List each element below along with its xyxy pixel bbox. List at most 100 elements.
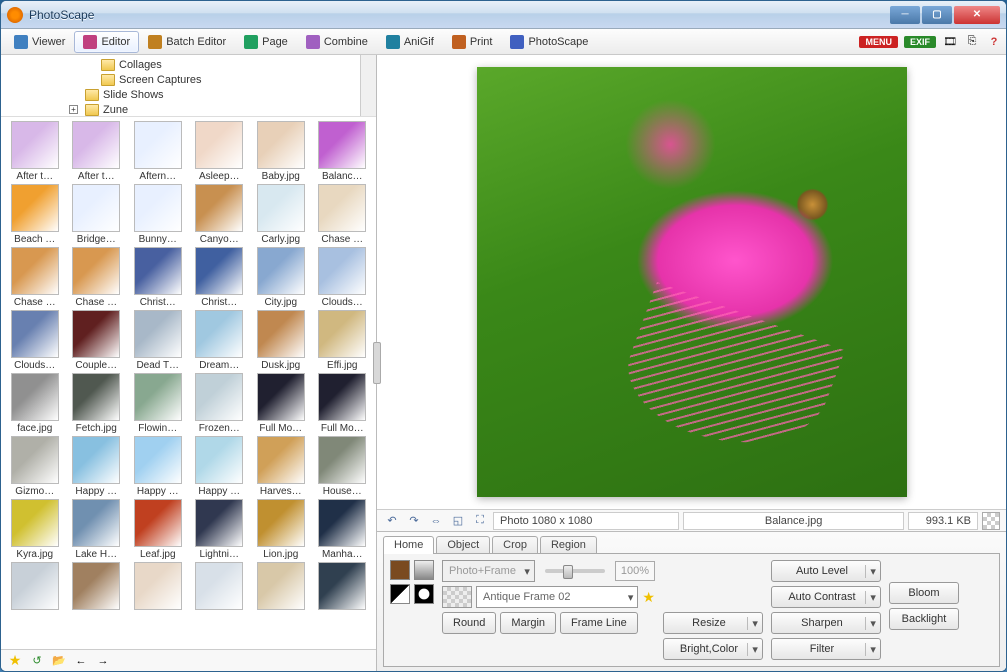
- control-tab-region[interactable]: Region: [540, 536, 597, 554]
- thumbnail[interactable]: Flowin…: [128, 373, 188, 434]
- thumbnail[interactable]: Asleep…: [190, 121, 250, 182]
- expand-icon[interactable]: +: [69, 105, 78, 114]
- thumbnail[interactable]: Clouds…: [313, 247, 373, 308]
- thumbnail[interactable]: Leaf.jpg: [128, 499, 188, 560]
- round-button[interactable]: Round: [442, 612, 496, 634]
- thumbnail[interactable]: Lake H…: [67, 499, 127, 560]
- thumbnail[interactable]: Beach …: [5, 184, 65, 245]
- thumbnail[interactable]: Balanc…: [313, 121, 373, 182]
- thumbnail[interactable]: Chase …: [67, 247, 127, 308]
- thumbnail[interactable]: Happy …: [190, 436, 250, 497]
- thumbnail[interactable]: Aftern…: [128, 121, 188, 182]
- thumbnail[interactable]: Dusk.jpg: [251, 310, 311, 371]
- sharpen-button[interactable]: Sharpen: [771, 612, 881, 634]
- thumbnail[interactable]: Fetch.jpg: [67, 373, 127, 434]
- thumbnail[interactable]: After t…: [5, 121, 65, 182]
- backlight-button[interactable]: Backlight: [889, 608, 959, 630]
- bloom-button[interactable]: Bloom: [889, 582, 959, 604]
- fit-width-icon[interactable]: ⇔: [427, 512, 445, 530]
- thumbnail[interactable]: Harves…: [251, 436, 311, 497]
- thumbnail[interactable]: After t…: [67, 121, 127, 182]
- margin-button[interactable]: Margin: [500, 612, 556, 634]
- tab-batch-editor[interactable]: Batch Editor: [139, 31, 235, 53]
- thumbnail[interactable]: Canyo…: [190, 184, 250, 245]
- swatch-bw[interactable]: [390, 584, 410, 604]
- favorite-star-icon[interactable]: ★: [642, 589, 655, 606]
- open-folder-icon[interactable]: 📂: [51, 653, 67, 669]
- swatch-sepia[interactable]: [390, 560, 410, 580]
- thumbnail[interactable]: Full Mo…: [251, 373, 311, 434]
- photo-frame-dropdown[interactable]: Photo+Frame: [442, 560, 535, 582]
- tree-scrollbar[interactable]: [360, 55, 376, 116]
- forward-icon[interactable]: →: [95, 653, 111, 669]
- close-button[interactable]: ✕: [954, 6, 1000, 24]
- copy-icon[interactable]: ⎘: [964, 34, 980, 50]
- bright-color-button[interactable]: Bright,Color: [663, 638, 763, 660]
- thumbnail[interactable]: Chase …: [313, 184, 373, 245]
- control-tab-home[interactable]: Home: [383, 536, 434, 554]
- swatch-gray[interactable]: [414, 560, 434, 580]
- thumbnail[interactable]: [67, 562, 127, 612]
- tree-item[interactable]: Collages: [5, 57, 372, 72]
- thumbnail[interactable]: Manha…: [313, 499, 373, 560]
- tree-item[interactable]: Slide Shows: [5, 87, 372, 102]
- thumbnail[interactable]: Kyra.jpg: [5, 499, 65, 560]
- thumbnail[interactable]: [251, 562, 311, 612]
- thumbnail[interactable]: Happy …: [128, 436, 188, 497]
- control-tab-object[interactable]: Object: [436, 536, 490, 554]
- thumbnail[interactable]: [190, 562, 250, 612]
- thumbnail[interactable]: Chase …: [5, 247, 65, 308]
- thumbnail[interactable]: Baby.jpg: [251, 121, 311, 182]
- thumbnail[interactable]: Frozen…: [190, 373, 250, 434]
- menu-badge[interactable]: MENU: [859, 36, 898, 48]
- thumbnail[interactable]: face.jpg: [5, 373, 65, 434]
- tab-anigif[interactable]: AniGif: [377, 31, 443, 53]
- image-canvas[interactable]: [377, 55, 1006, 509]
- auto-level-button[interactable]: Auto Level: [771, 560, 881, 582]
- back-icon[interactable]: ←: [73, 653, 89, 669]
- tree-item[interactable]: Screen Captures: [5, 72, 372, 87]
- auto-contrast-button[interactable]: Auto Contrast: [771, 586, 881, 608]
- transparency-icon[interactable]: [982, 512, 1000, 530]
- zoom-slider[interactable]: [545, 569, 605, 573]
- minimize-button[interactable]: ─: [890, 6, 920, 24]
- thumbnail[interactable]: Dream…: [190, 310, 250, 371]
- tab-page[interactable]: Page: [235, 31, 297, 53]
- thumbnail[interactable]: Christ…: [190, 247, 250, 308]
- control-tab-crop[interactable]: Crop: [492, 536, 538, 554]
- tree-item[interactable]: +Zune: [5, 102, 372, 117]
- thumbnail[interactable]: House…: [313, 436, 373, 497]
- tab-photoscape[interactable]: PhotoScape: [501, 31, 597, 53]
- thumbnail[interactable]: Bridge…: [67, 184, 127, 245]
- thumbnail[interactable]: Dead T…: [128, 310, 188, 371]
- thumbnail[interactable]: City.jpg: [251, 247, 311, 308]
- thumbnail[interactable]: [5, 562, 65, 612]
- tab-combine[interactable]: Combine: [297, 31, 377, 53]
- filter-button[interactable]: Filter: [771, 638, 881, 660]
- thumbnail[interactable]: [313, 562, 373, 612]
- thumbnail[interactable]: [128, 562, 188, 612]
- thumbnail[interactable]: Lion.jpg: [251, 499, 311, 560]
- thumbnail[interactable]: Bunny…: [128, 184, 188, 245]
- tab-editor[interactable]: Editor: [74, 31, 139, 53]
- undo-icon[interactable]: ↶: [383, 512, 401, 530]
- thumbnail[interactable]: Christ…: [128, 247, 188, 308]
- help-icon[interactable]: ?: [986, 34, 1002, 50]
- thumbnail[interactable]: Gizmo…: [5, 436, 65, 497]
- maximize-button[interactable]: ▢: [922, 6, 952, 24]
- thumbnail[interactable]: Effi.jpg: [313, 310, 373, 371]
- actual-size-icon[interactable]: ◱: [449, 512, 467, 530]
- resize-button[interactable]: Resize: [663, 612, 763, 634]
- fit-icon[interactable]: ⛶: [471, 512, 489, 530]
- thumbnail[interactable]: Carly.jpg: [251, 184, 311, 245]
- thumbnail[interactable]: Full Mo…: [313, 373, 373, 434]
- thumbnail[interactable]: Happy …: [67, 436, 127, 497]
- refresh-icon[interactable]: ↺: [29, 653, 45, 669]
- frame-dropdown[interactable]: Antique Frame 02: [476, 586, 638, 608]
- frame-line-button[interactable]: Frame Line: [560, 612, 638, 634]
- thumbnail[interactable]: Couple…: [67, 310, 127, 371]
- swatch-invert[interactable]: [414, 584, 434, 604]
- tab-viewer[interactable]: Viewer: [5, 31, 74, 53]
- redo-icon[interactable]: ↷: [405, 512, 423, 530]
- thumbnail[interactable]: Lightni…: [190, 499, 250, 560]
